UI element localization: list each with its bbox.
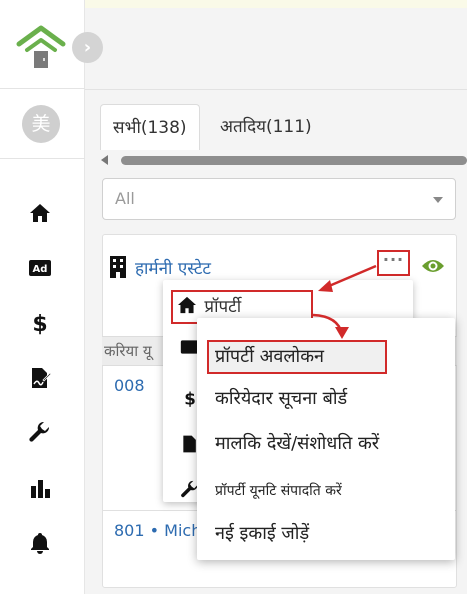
property-submenu: प्रॉपर्टी अवलोकन करियेदार सूचना बोर्ड मा… <box>197 318 455 560</box>
tab-all[interactable]: सभी(138) <box>100 104 200 150</box>
building-icon <box>109 256 127 278</box>
svg-text:$: $ <box>32 312 47 335</box>
table-header-label: करिया यू <box>104 342 152 360</box>
menu-item-property-label: प्रॉपर्टी <box>204 297 242 317</box>
home-icon <box>178 296 196 314</box>
home-icon[interactable] <box>27 200 53 226</box>
sidebar-collapse-button[interactable]: › <box>72 32 103 63</box>
chevron-right-icon: › <box>83 37 92 58</box>
eye-icon[interactable] <box>421 257 445 275</box>
menu-item-tenant-notice-board[interactable]: करियेदार सूचना बोर्ड <box>215 386 347 410</box>
menu-item-view-edit-owner[interactable]: मालकि देखें/संशोधति करें <box>215 431 379 455</box>
menu-item-edit-property-units[interactable]: प्रॉपर्टी यूनटि संपादति करें <box>215 481 342 500</box>
dollar-icon[interactable]: $ <box>27 310 53 336</box>
property-name-link[interactable]: हार्मनी एस्टेट <box>135 256 211 279</box>
sidebar-divider <box>0 158 85 159</box>
top-bar <box>85 8 467 90</box>
ad-icon[interactable]: Ad <box>27 255 53 281</box>
app-logo[interactable] <box>15 22 67 70</box>
wrench-icon[interactable] <box>27 420 53 446</box>
chevron-down-icon <box>433 197 443 203</box>
sidebar: 美 Ad $ <box>0 0 85 594</box>
svg-text:Ad: Ad <box>33 264 48 275</box>
scrollbar-thumb[interactable] <box>121 156 467 165</box>
horizontal-scrollbar[interactable] <box>101 154 467 166</box>
bell-icon[interactable] <box>27 530 53 556</box>
filter-select[interactable]: All <box>102 178 456 220</box>
svg-text:$: $ <box>184 390 196 408</box>
more-options-button[interactable]: ··· <box>377 250 410 276</box>
avatar[interactable]: 美 <box>22 105 60 143</box>
filter-select-value: All <box>115 189 135 208</box>
scroll-left-arrow-icon[interactable] <box>101 155 108 165</box>
table-row[interactable]: 008 <box>114 376 145 395</box>
menu-item-add-unit[interactable]: नई इकाई जोड़ें <box>215 521 309 545</box>
tab-overdue[interactable]: अतदिय(111) <box>208 104 324 150</box>
menu-item-property-overview[interactable]: प्रॉपर्टी अवलोकन <box>207 340 387 374</box>
sidebar-divider <box>0 88 85 89</box>
bar-chart-icon[interactable] <box>27 475 53 501</box>
top-strip <box>85 0 467 8</box>
contract-icon[interactable] <box>27 365 53 391</box>
table-row[interactable]: 801 • Mich <box>114 521 201 540</box>
